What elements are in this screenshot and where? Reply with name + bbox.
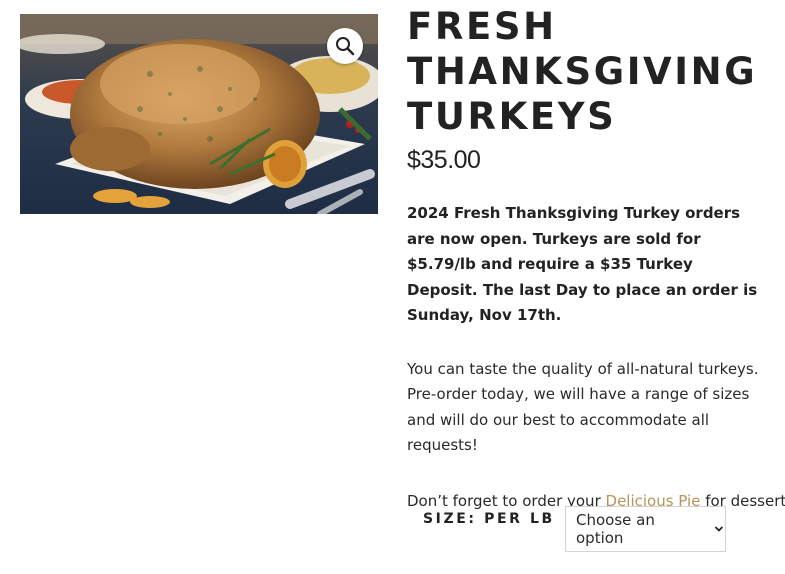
size-select[interactable]: Choose an option: [565, 506, 726, 552]
size-select-value: Choose an option: [576, 511, 655, 547]
title-line: THANKSGIVING: [407, 50, 758, 93]
size-label: SIZE: PER LB: [423, 511, 555, 527]
product-title: FRESH THANKSGIVING TURKEYS: [407, 4, 767, 139]
title-line: FRESH: [407, 5, 557, 48]
product-description: You can taste the quality of all-natural…: [407, 359, 759, 455]
product-image[interactable]: [20, 14, 378, 214]
magnifier-icon: [336, 37, 355, 56]
size-variation: SIZE: PER LB Choose an option: [423, 505, 743, 555]
chevron-down-icon: [715, 526, 724, 532]
zoom-button[interactable]: [327, 28, 363, 64]
product-price: $35.00: [407, 146, 481, 174]
roast-turkey-photo: [20, 14, 378, 214]
product-description-bold: 2024 Fresh Thanksgiving Turkey orders ar…: [407, 204, 758, 324]
title-line: TURKEYS: [407, 95, 617, 138]
product-summary: FRESH THANKSGIVING TURKEYS $35.00 2024 F…: [407, 4, 785, 514]
